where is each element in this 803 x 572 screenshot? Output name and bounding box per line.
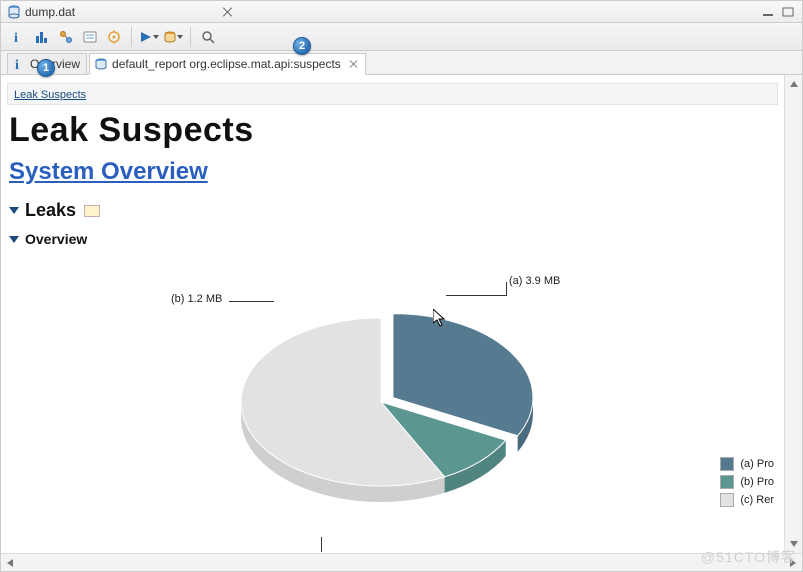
legend-label: (c) Rer <box>740 494 774 506</box>
page-title: Leak Suspects <box>9 111 784 150</box>
pie-chart-svg <box>1 257 781 553</box>
content-wrap: Leak Suspects Leak Suspects System Overv… <box>1 75 802 553</box>
app-window: dump.dat i i Overview default_report org… <box>0 0 803 572</box>
chart-leader <box>229 301 274 302</box>
legend-swatch <box>720 493 734 507</box>
chart-leader <box>506 282 507 296</box>
dominator-tree-icon[interactable] <box>55 26 77 48</box>
toolbar: i <box>1 23 802 51</box>
minimize-button[interactable] <box>760 5 776 19</box>
thread-icon[interactable] <box>103 26 125 48</box>
search-icon[interactable] <box>197 26 219 48</box>
title-bar: dump.dat <box>1 1 802 23</box>
vertical-scrollbar[interactable] <box>784 75 802 553</box>
horizontal-scrollbar[interactable] <box>1 553 802 571</box>
oql-icon[interactable] <box>79 26 101 48</box>
scroll-left-icon[interactable] <box>1 554 19 571</box>
legend-label: (b) Pro <box>740 476 774 488</box>
close-icon[interactable] <box>349 59 359 69</box>
chart-leader <box>446 295 506 296</box>
breadcrumb: Leak Suspects <box>7 83 778 105</box>
section-label: Leaks <box>25 200 76 221</box>
toolbar-separator <box>190 27 191 47</box>
chart-label-c: (c) 6.9 MB <box>259 552 310 553</box>
chart-leader <box>321 537 322 552</box>
chart-label-a: (a) 3.9 MB <box>509 275 560 287</box>
tab-default-report[interactable]: default_report org.eclipse.mat.api:suspe… <box>89 53 366 75</box>
legend-label: (a) Pro <box>740 458 774 470</box>
info-icon[interactable]: i <box>7 26 29 48</box>
maximize-button[interactable] <box>780 5 796 19</box>
legend-item: (c) Rer <box>720 493 774 507</box>
legend-swatch <box>720 475 734 489</box>
svg-text:i: i <box>14 31 18 44</box>
chart-legend: (a) Pro (b) Pro (c) Rer <box>720 457 774 507</box>
scrollbar-track[interactable] <box>785 93 802 535</box>
scroll-up-icon[interactable] <box>785 75 802 93</box>
section-heading-system-overview[interactable]: System Overview <box>9 158 784 186</box>
section-label: Overview <box>25 231 87 247</box>
chart-label-b: (b) 1.2 MB <box>171 293 222 305</box>
legend-item: (b) Pro <box>720 475 774 489</box>
chevron-down-icon <box>9 207 19 214</box>
report-icon <box>94 57 108 71</box>
legend-swatch <box>720 457 734 471</box>
watermark: @51CTO博客 <box>701 547 796 567</box>
section-toggle-overview[interactable]: Overview <box>9 231 784 247</box>
database-file-icon <box>7 5 21 19</box>
annotation-marker-1: 1 <box>37 59 55 77</box>
leak-icon <box>84 205 100 217</box>
annotation-marker-2: 2 <box>293 37 311 55</box>
breadcrumb-link-leak-suspects[interactable]: Leak Suspects <box>14 89 86 101</box>
histogram-icon[interactable] <box>31 26 53 48</box>
info-icon: i <box>12 57 26 71</box>
section-toggle-leaks[interactable]: Leaks <box>9 200 784 221</box>
scrollbar-track[interactable] <box>19 554 784 571</box>
window-title: dump.dat <box>25 5 216 19</box>
mouse-cursor-icon <box>433 309 449 329</box>
report-content: Leak Suspects Leak Suspects System Overv… <box>1 75 784 553</box>
tab-strip: i Overview default_report org.eclipse.ma… <box>1 51 802 75</box>
tab-label: default_report org.eclipse.mat.api:suspe… <box>112 57 341 71</box>
chevron-down-icon <box>9 236 19 243</box>
svg-text:i: i <box>15 58 19 71</box>
run-report-icon[interactable] <box>138 26 160 48</box>
pie-chart: (a) 3.9 MB (b) 1.2 MB (c) 6.9 MB (a) Pro… <box>1 257 784 553</box>
toolbar-separator <box>131 27 132 47</box>
close-tab-icon[interactable] <box>220 5 236 19</box>
query-browser-icon[interactable] <box>162 26 184 48</box>
legend-item: (a) Pro <box>720 457 774 471</box>
